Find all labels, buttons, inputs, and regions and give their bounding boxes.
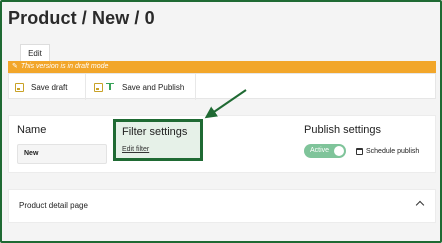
draft-banner-text: This version is in draft mode [20, 63, 109, 70]
pencil-icon: ✎ [12, 63, 18, 70]
schedule-publish-label: Schedule publish [366, 147, 420, 155]
filter-settings-title: Filter settings [122, 126, 188, 138]
draft-mode-banner: ✎ This version is in draft mode [8, 61, 436, 73]
calendar-icon [356, 147, 363, 155]
upload-icon [106, 82, 114, 92]
schedule-publish-button[interactable]: Schedule publish [356, 144, 419, 158]
save-draft-label: Save draft [31, 82, 68, 92]
name-section-title: Name [17, 124, 47, 136]
chevron-up-icon[interactable] [415, 200, 425, 210]
active-toggle-label: Active [310, 147, 330, 154]
toolbar: Save draft Save and Publish [8, 73, 436, 100]
save-icon [15, 82, 24, 92]
app-frame: Product / New / 0 Edit ✎ This version is … [0, 0, 442, 243]
page-title: Product / New / 0 [8, 8, 155, 28]
name-input[interactable]: New [17, 144, 107, 164]
toggle-knob [334, 146, 344, 156]
edit-filter-link[interactable]: Edit filter [122, 146, 149, 153]
product-detail-title: Product detail page [19, 201, 88, 210]
settings-area: Name New Filter settings Edit filter Pub… [8, 115, 436, 173]
tab-edit[interactable]: Edit [20, 44, 50, 62]
save-and-publish-button[interactable]: Save and Publish [85, 74, 197, 100]
save-icon [94, 82, 103, 92]
publish-settings-title: Publish settings [304, 124, 382, 136]
save-and-publish-label: Save and Publish [122, 82, 185, 92]
product-detail-panel[interactable]: Product detail page [8, 189, 436, 223]
active-toggle[interactable]: Active [304, 144, 346, 158]
filter-settings-section: Filter settings Edit filter [113, 119, 203, 161]
save-draft-button[interactable]: Save draft [15, 74, 67, 100]
